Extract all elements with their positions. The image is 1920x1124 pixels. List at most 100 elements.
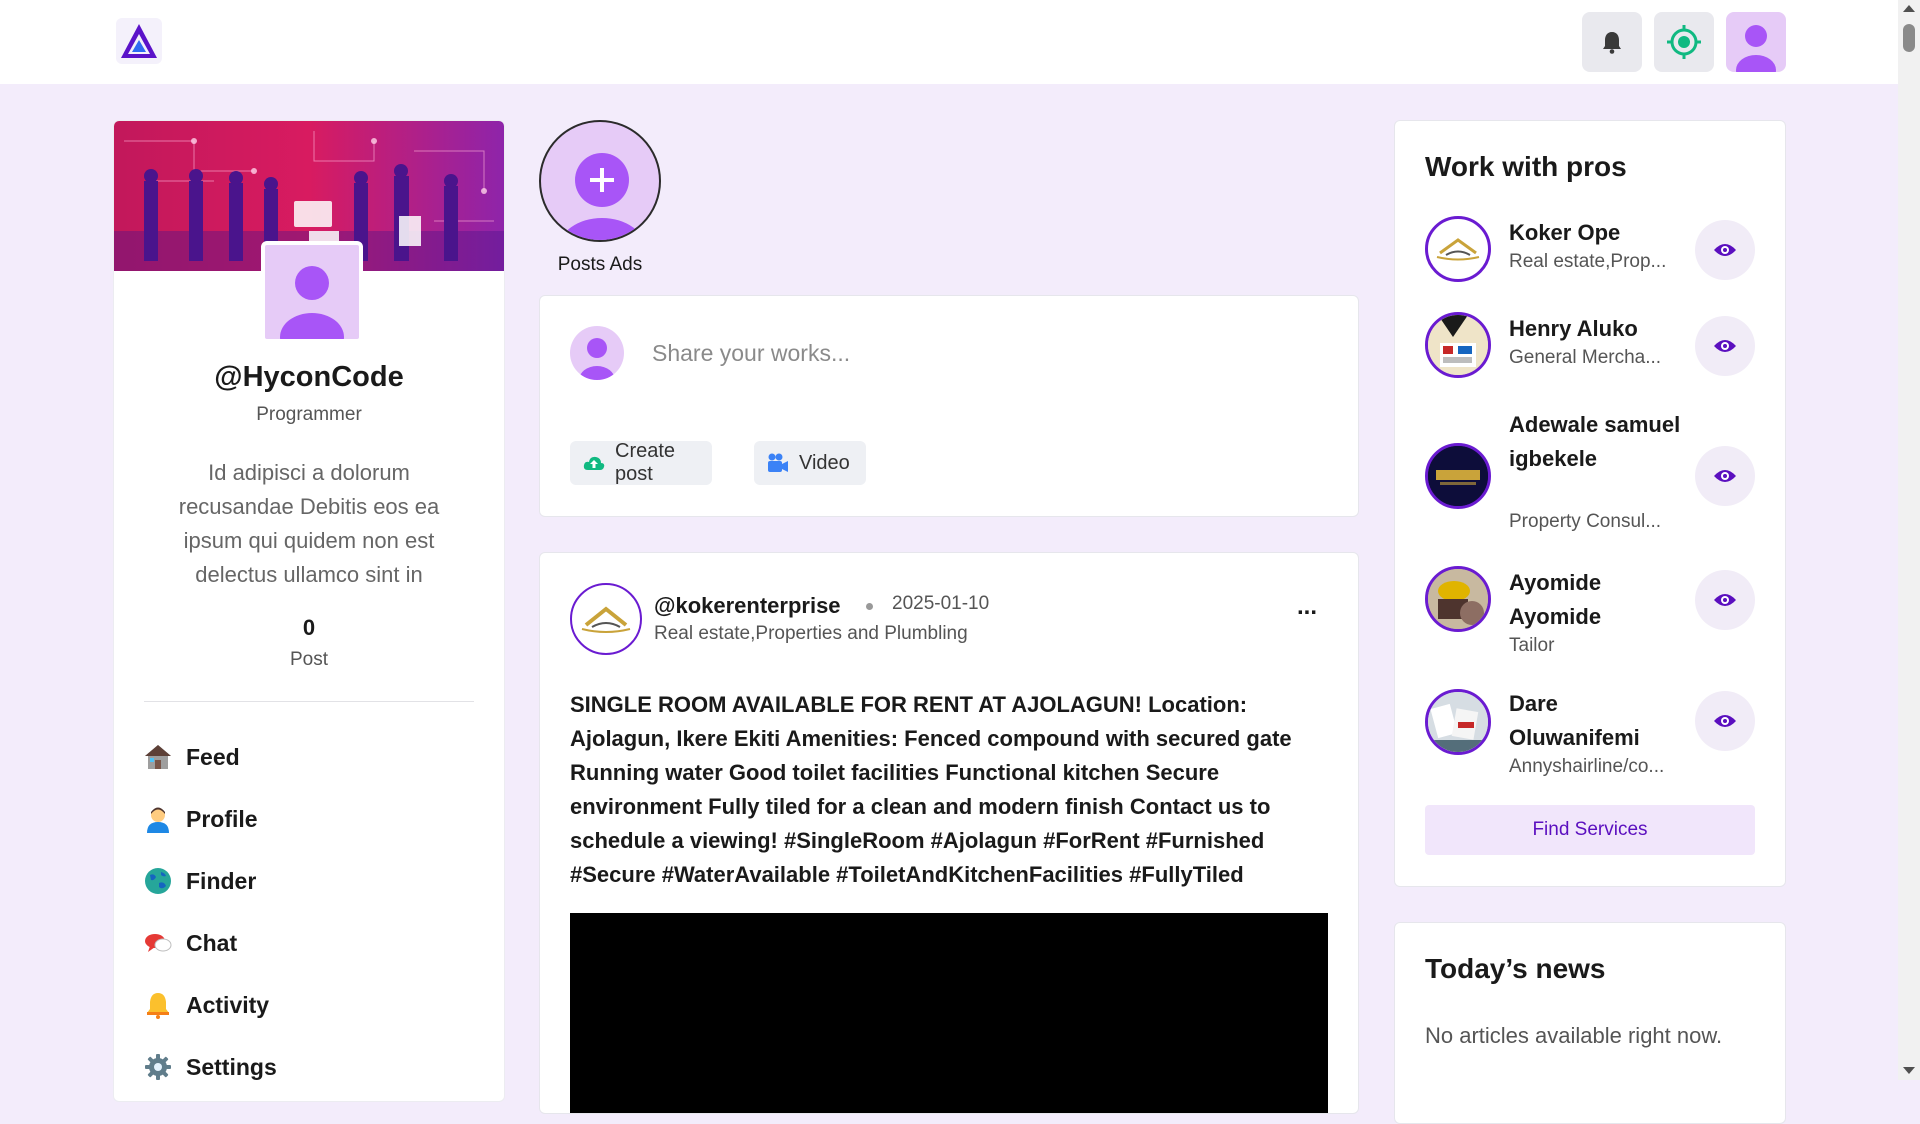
- app-logo[interactable]: [116, 18, 162, 64]
- user-avatar-icon: [1736, 25, 1776, 72]
- profile-avatar[interactable]: [261, 241, 363, 343]
- profile-menu-button[interactable]: [1726, 12, 1786, 72]
- logo-icon: [121, 24, 157, 58]
- composer-avatar: [570, 326, 624, 380]
- scroll-up-arrow-icon[interactable]: [1903, 5, 1915, 12]
- news-title: Today’s news: [1425, 953, 1606, 984]
- sidebar-item-profile[interactable]: Profile: [144, 788, 474, 850]
- pro-avatar[interactable]: [1425, 443, 1491, 509]
- work-with-pros-card: Work with pros Koker Ope Real estate,Pro…: [1394, 120, 1786, 887]
- eye-icon: [1714, 715, 1736, 727]
- pro-category: Annyshairline/co...: [1509, 756, 1665, 777]
- news-empty-state: No articles available right now.: [1425, 1023, 1723, 1048]
- taplux-logo-icon: [1428, 446, 1488, 506]
- pro-name: Ayomide Ayomide: [1509, 570, 1602, 629]
- create-post-button[interactable]: Create post: [570, 440, 712, 485]
- sidebar-item-activity[interactable]: Activity: [144, 974, 474, 1036]
- sidebar-item-label: Feed: [186, 743, 240, 770]
- eye-icon: [1714, 244, 1736, 256]
- video-camera-icon: [767, 453, 789, 473]
- post-composer: Create post Video: [539, 295, 1359, 517]
- pro-category: Real estate,Prop...: [1509, 251, 1667, 272]
- notifications-button[interactable]: [1582, 12, 1642, 72]
- sidebar-item-label: Chat: [186, 929, 238, 956]
- sidebar-item-label: Settings: [186, 1053, 277, 1080]
- divider: [144, 701, 474, 702]
- user-avatar-icon: [579, 338, 615, 380]
- speech-bubble-icon: [144, 929, 172, 957]
- profile-username: @HyconCode: [214, 361, 404, 393]
- pro-category: General Mercha...: [1509, 347, 1662, 368]
- pro-category: Property Consul...: [1509, 511, 1662, 532]
- scroll-thumb[interactable]: [1903, 24, 1915, 52]
- story-label: Posts Ads: [557, 254, 643, 275]
- pro-avatar[interactable]: [1425, 312, 1491, 378]
- profile-card: @HyconCode Programmer Id adipisci a dolo…: [113, 120, 505, 1102]
- video-button[interactable]: Video: [754, 441, 866, 485]
- post-count: 0: [302, 615, 316, 640]
- sidebar-item-label: Finder: [186, 867, 257, 894]
- view-pro-button[interactable]: [1695, 691, 1755, 751]
- view-pro-button[interactable]: [1695, 446, 1755, 506]
- pro-category: Tailor: [1509, 635, 1555, 656]
- pro-name: Koker Ope: [1509, 220, 1621, 245]
- target-button[interactable]: [1654, 12, 1714, 72]
- bell-icon: [1603, 32, 1621, 54]
- post-body: SINGLE ROOM AVAILABLE FOR RENT AT AJOLAG…: [570, 692, 1292, 887]
- post-author-handle[interactable]: @kokerenterprise: [654, 593, 841, 619]
- user-avatar-icon: [280, 266, 344, 339]
- pro-avatar[interactable]: [1425, 689, 1491, 755]
- sidebar-item-settings[interactable]: Settings: [144, 1036, 474, 1098]
- pro-name: Henry Aluko: [1509, 316, 1638, 341]
- post-date: 2025-01-10: [892, 593, 990, 614]
- products-photo-icon: [1428, 692, 1488, 752]
- view-pro-button[interactable]: [1695, 570, 1755, 630]
- bell-icon: [144, 991, 172, 1019]
- eye-icon: [1714, 470, 1736, 482]
- pro-name: Dare Oluwanifemi: [1509, 691, 1640, 750]
- video-label: Video: [799, 451, 850, 474]
- todays-news-card: Today’s news No articles available right…: [1394, 922, 1786, 1124]
- store-photo-icon: [1428, 315, 1488, 375]
- profile-bio: Id adipisci a dolorum recusandae Debitis…: [178, 460, 440, 587]
- post-count-label: Post: [289, 649, 329, 670]
- pro-name: Adewale samuel igbekele: [1509, 412, 1681, 471]
- post-more-menu-icon[interactable]: ...: [1292, 595, 1322, 619]
- house-icon: [144, 743, 172, 771]
- create-post-label: Create post: [615, 440, 676, 485]
- find-services-button[interactable]: Find Services: [1425, 805, 1755, 855]
- view-pro-button[interactable]: [1695, 316, 1755, 376]
- feed-post: @kokerenterprise 2025-01-10 Real estate,…: [539, 552, 1359, 1114]
- page-scrollbar[interactable]: [1898, 0, 1920, 1080]
- eye-icon: [1714, 340, 1736, 352]
- pro-avatar[interactable]: [1425, 216, 1491, 282]
- sidebar-item-finder[interactable]: Finder: [144, 850, 474, 912]
- pro-avatar[interactable]: [1425, 566, 1491, 632]
- post-media[interactable]: [570, 913, 1328, 1113]
- pros-title: Work with pros: [1425, 151, 1627, 182]
- house-logo-icon: [1436, 238, 1480, 261]
- person-icon: [144, 805, 172, 833]
- sidebar-item-chat[interactable]: Chat: [144, 912, 474, 974]
- gear-icon: [144, 1053, 172, 1081]
- add-user-icon: [560, 153, 644, 240]
- sidebar-item-feed[interactable]: Feed: [144, 726, 474, 788]
- globe-icon: [144, 867, 172, 895]
- scroll-down-arrow-icon[interactable]: [1903, 1067, 1915, 1074]
- view-pro-button[interactable]: [1695, 220, 1755, 280]
- top-bar: [0, 0, 1898, 84]
- separator-dot: [866, 603, 873, 610]
- sidebar-item-label: Activity: [186, 991, 270, 1018]
- house-logo-icon: [581, 606, 631, 633]
- target-icon: [1667, 25, 1701, 59]
- share-works-input[interactable]: [650, 332, 1274, 374]
- sidebar-nav: Feed Profile Finder Chat Activity Settin…: [144, 726, 474, 1098]
- cloud-upload-icon: [583, 454, 605, 472]
- profile-role: Programmer: [256, 404, 362, 425]
- eye-icon: [1714, 594, 1736, 606]
- post-author-category: Real estate,Properties and Plumbling: [654, 623, 968, 644]
- sidebar-item-label: Profile: [186, 805, 258, 832]
- tailor-photo-icon: [1428, 569, 1488, 629]
- post-author-avatar[interactable]: [570, 583, 642, 655]
- add-story-button[interactable]: [539, 120, 661, 242]
